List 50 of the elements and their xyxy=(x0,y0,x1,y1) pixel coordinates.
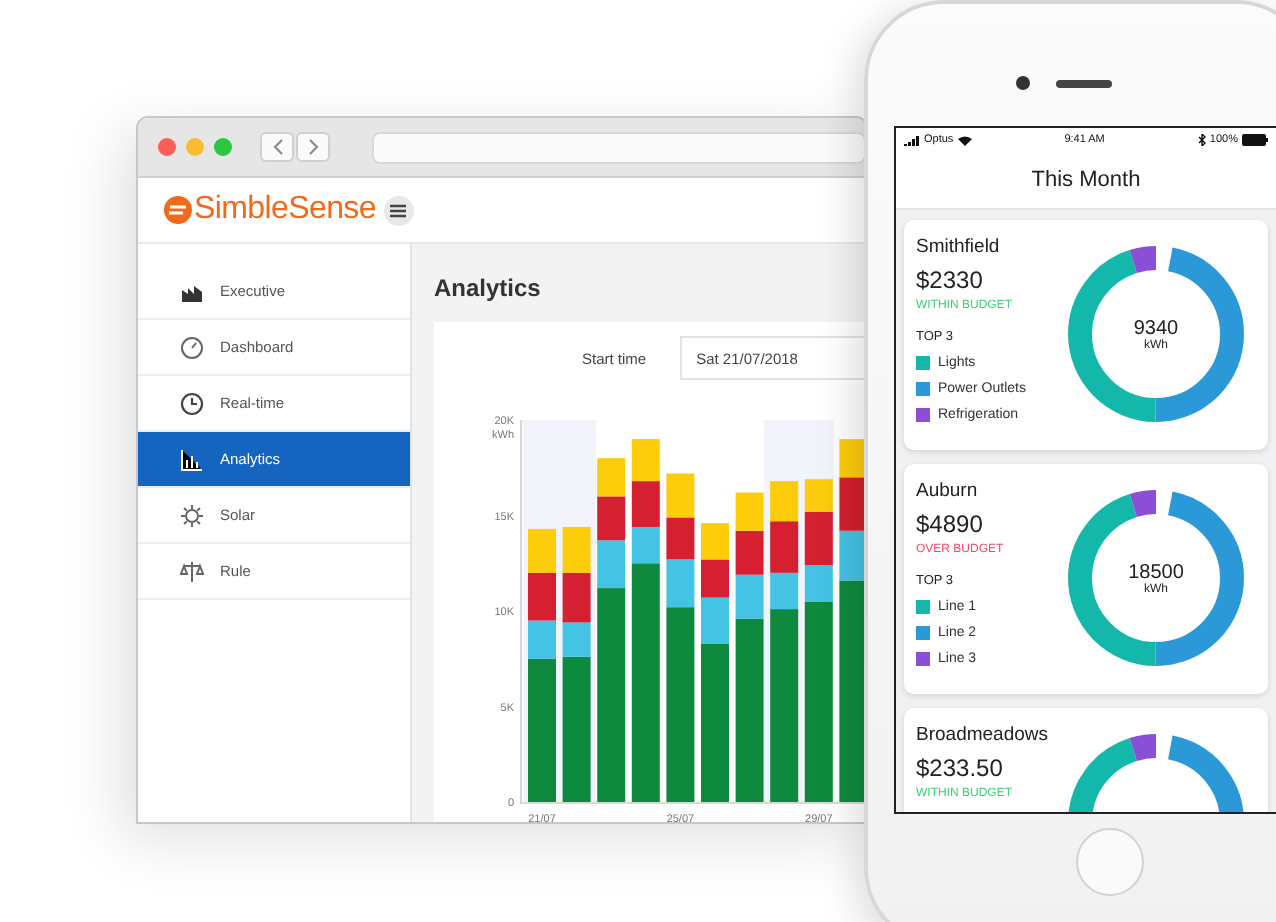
battery-icon xyxy=(1242,134,1268,146)
close-button[interactable] xyxy=(158,138,176,156)
bar-segment xyxy=(666,517,695,560)
wifi-icon xyxy=(957,135,972,145)
menu-button[interactable] xyxy=(383,195,414,225)
cost-amount: $4890 xyxy=(916,510,985,538)
signal-icon xyxy=(904,135,920,145)
bar-segment xyxy=(839,477,866,531)
bar-segment xyxy=(597,458,626,497)
site-name: Auburn xyxy=(916,480,980,504)
minimize-button[interactable] xyxy=(186,138,204,156)
address-bar[interactable] xyxy=(372,131,866,163)
sun-icon xyxy=(180,503,204,527)
bluetooth-icon xyxy=(1197,134,1206,146)
gauge-icon xyxy=(180,335,204,359)
menu-icon xyxy=(390,203,407,217)
bar-segment xyxy=(528,572,556,621)
total-value: 18500 xyxy=(1128,561,1184,583)
home-button[interactable] xyxy=(1076,828,1144,896)
bar-segment xyxy=(631,481,660,527)
rule-icon xyxy=(180,559,204,583)
bar-segment xyxy=(631,439,660,482)
logo-icon xyxy=(164,196,192,224)
chevron-right-icon xyxy=(307,138,319,156)
site-name: Broadmeadows xyxy=(916,724,1051,748)
maximize-button[interactable] xyxy=(214,138,232,156)
speaker-icon xyxy=(1056,80,1112,88)
clock-icon xyxy=(180,391,204,415)
screen-title: This Month xyxy=(896,152,1276,210)
bar-segment xyxy=(770,521,799,573)
cost-amount: $2330 xyxy=(916,266,985,294)
bar-segment xyxy=(597,496,626,541)
forward-button[interactable] xyxy=(296,132,330,162)
cost-amount: $233.50 xyxy=(916,754,1005,782)
bar-segment xyxy=(770,481,799,522)
bar-segment xyxy=(666,473,695,518)
bar-segment xyxy=(701,559,729,598)
bar-segment xyxy=(701,523,729,560)
camera-icon xyxy=(1016,76,1030,90)
site-name: Smithfield xyxy=(916,236,1002,260)
chart-icon xyxy=(180,447,204,471)
bar-segment xyxy=(528,528,556,573)
back-button[interactable] xyxy=(260,132,294,162)
bar-segment xyxy=(735,492,764,531)
page-title: Analytics xyxy=(434,272,543,306)
logo-text: SimbleSense xyxy=(194,192,376,228)
total-value: 9340 xyxy=(1133,317,1179,339)
chevron-left-icon xyxy=(271,138,283,156)
bar-segment xyxy=(839,439,866,478)
bar-segment xyxy=(735,530,764,575)
